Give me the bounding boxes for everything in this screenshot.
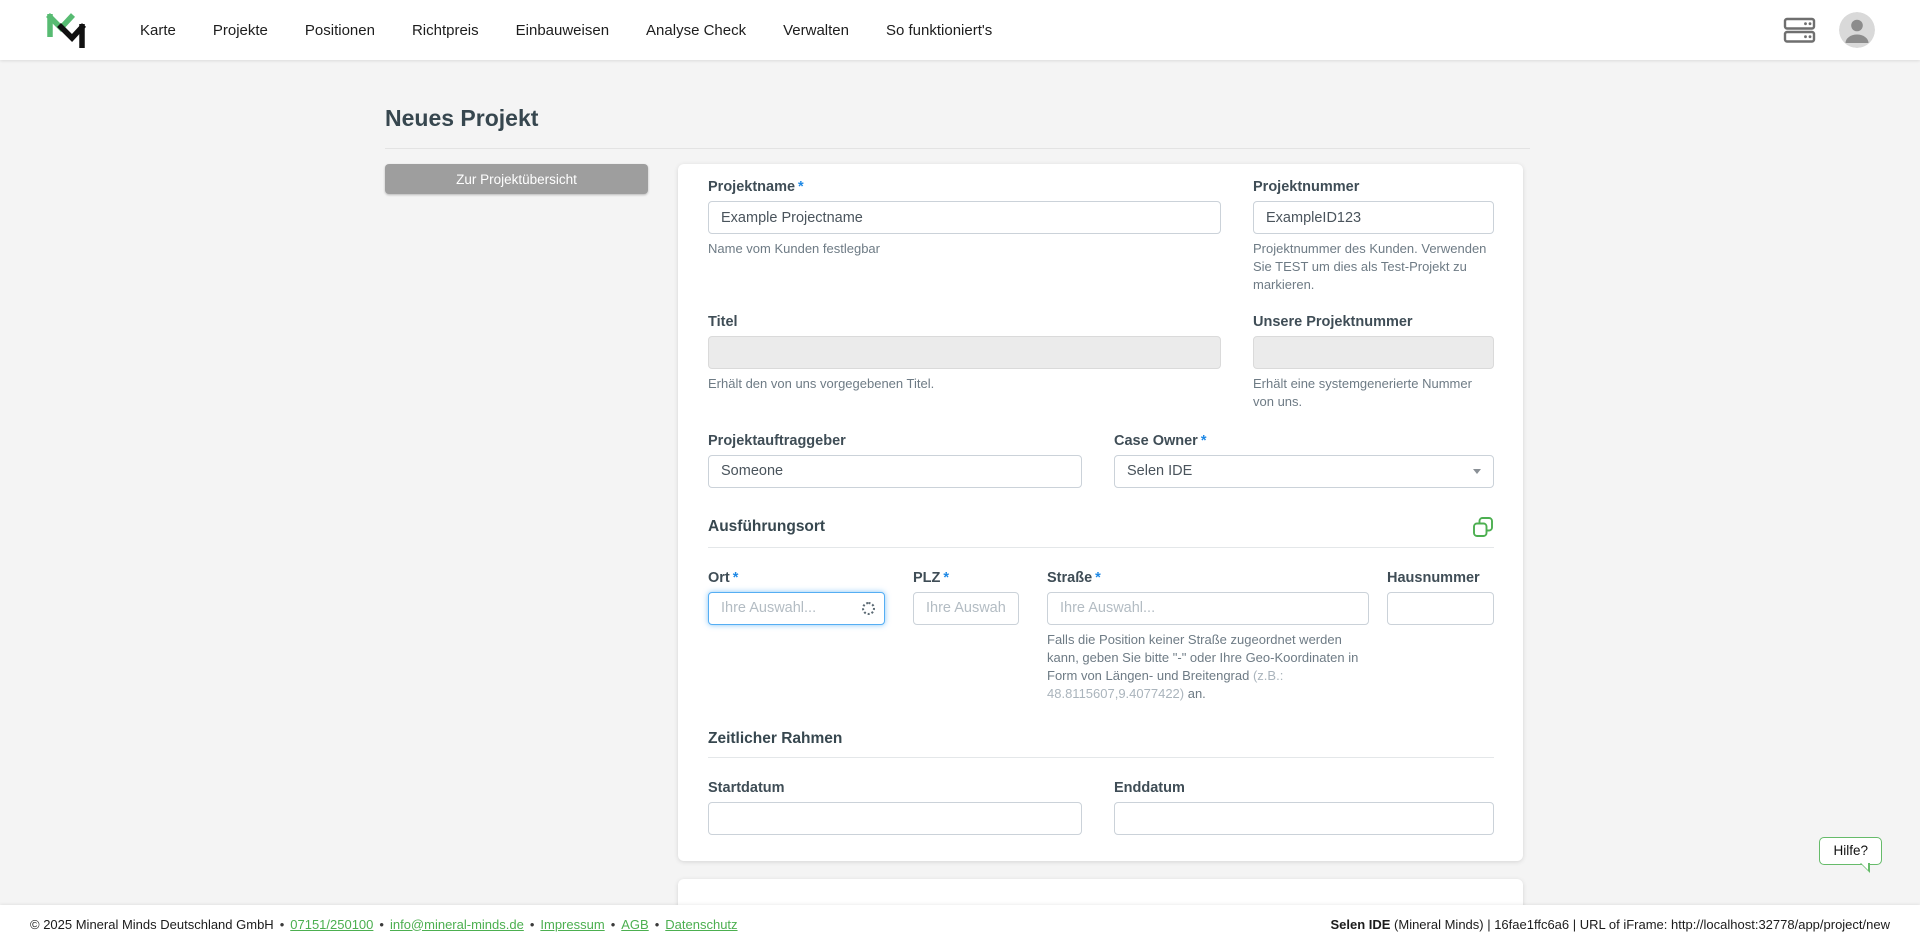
footer-separator: • (530, 917, 535, 932)
case-owner-select[interactable]: Selen IDE (1114, 455, 1494, 488)
caret-down-icon (1473, 469, 1481, 474)
hausnummer-label: Hausnummer (1387, 570, 1494, 586)
field-projektnummer: Projektnummer Projektnummer des Kunden. … (1253, 179, 1494, 294)
required-marker: * (1201, 433, 1207, 449)
field-unsere-projektnummer: Unsere Projektnummer Erhält eine systemg… (1253, 314, 1494, 411)
projektname-input[interactable] (708, 201, 1221, 234)
case-owner-label: Case Owner* (1114, 433, 1494, 449)
plz-input[interactable] (913, 592, 1019, 625)
footer-copyright: © 2025 Mineral Minds Deutschland GmbH (30, 917, 274, 932)
top-nav: Karte Projekte Positionen Richtpreis Ein… (0, 0, 1920, 60)
section-ausfuehrungsort: Ausführungsort (708, 516, 1494, 548)
field-case-owner: Case Owner* Selen IDE (1114, 433, 1494, 488)
server-icon[interactable] (1783, 15, 1817, 45)
field-ort: Ort* (708, 570, 885, 703)
titel-help: Erhält den von uns vorgegebenen Titel. (708, 375, 1221, 393)
required-marker: * (733, 570, 739, 586)
new-project-form-card: Projektname* Name vom Kunden festlegbar … (678, 164, 1523, 861)
ausfuehrungsort-heading: Ausführungsort (708, 518, 825, 536)
user-avatar[interactable] (1839, 12, 1875, 48)
projektname-label: Projektname* (708, 179, 1221, 195)
field-strasse: Straße* Falls die Position keiner Straße… (1047, 570, 1369, 703)
nav-item-richtpreis[interactable]: Richtpreis (412, 22, 479, 39)
nav-item-einbauweisen[interactable]: Einbauweisen (516, 22, 609, 39)
field-titel: Titel Erhält den von uns vorgegebenen Ti… (708, 314, 1221, 411)
strasse-label: Straße* (1047, 570, 1369, 586)
field-startdatum: Startdatum (708, 780, 1082, 835)
help-button[interactable]: Hilfe? (1819, 837, 1882, 865)
ort-label: Ort* (708, 570, 885, 586)
footer-left: © 2025 Mineral Minds Deutschland GmbH • 07… (30, 917, 738, 932)
field-enddatum: Enddatum (1114, 780, 1494, 835)
footer-right: Selen IDE (Mineral Minds) | 16fae1ffc6a6… (1330, 917, 1890, 932)
field-plz: PLZ* (913, 570, 1019, 703)
zeitlicher-rahmen-heading: Zeitlicher Rahmen (708, 730, 842, 748)
startdatum-label: Startdatum (708, 780, 1082, 796)
footer-separator: • (611, 917, 616, 932)
field-projektauftraggeber: Projektauftraggeber (708, 433, 1082, 488)
nav-item-karte[interactable]: Karte (140, 22, 176, 39)
nav-item-so-funktionierts[interactable]: So funktioniert's (886, 22, 992, 39)
projektnummer-help: Projektnummer des Kunden. Verwenden Sie … (1253, 240, 1494, 294)
footer-link-agb[interactable]: AGB (621, 917, 648, 932)
unsere-projektnummer-label: Unsere Projektnummer (1253, 314, 1494, 330)
footer-session-user: Selen IDE (1330, 917, 1390, 932)
unsere-projektnummer-help: Erhält eine systemgenerierte Nummer von … (1253, 375, 1494, 411)
field-projektname: Projektname* Name vom Kunden festlegbar (708, 179, 1221, 294)
startdatum-input[interactable] (708, 802, 1082, 835)
required-marker: * (1095, 570, 1101, 586)
required-marker: * (798, 179, 804, 195)
copy-icon[interactable] (1472, 516, 1494, 538)
nav-item-projekte[interactable]: Projekte (213, 22, 268, 39)
projektnummer-label: Projektnummer (1253, 179, 1494, 195)
enddatum-label: Enddatum (1114, 780, 1494, 796)
titel-input (708, 336, 1221, 369)
unsere-projektnummer-input (1253, 336, 1494, 369)
titel-label: Titel (708, 314, 1221, 330)
footer-link-email[interactable]: info@mineral-minds.de (390, 917, 524, 932)
app-logo[interactable] (42, 8, 90, 52)
footer-link-datenschutz[interactable]: Datenschutz (665, 917, 737, 932)
footer: © 2025 Mineral Minds Deutschland GmbH • 07… (0, 905, 1920, 943)
footer-separator: • (655, 917, 660, 932)
nav-item-analyse-check[interactable]: Analyse Check (646, 22, 746, 39)
footer-link-impressum[interactable]: Impressum (540, 917, 604, 932)
footer-separator: • (379, 917, 384, 932)
main-nav: Karte Projekte Positionen Richtpreis Ein… (140, 22, 992, 39)
strasse-input[interactable] (1047, 592, 1369, 625)
footer-session-info: (Mineral Minds) | 16fae1ffc6a6 | URL of … (1390, 917, 1890, 932)
section-zeitlicher-rahmen: Zeitlicher Rahmen (708, 730, 1494, 758)
nav-item-positionen[interactable]: Positionen (305, 22, 375, 39)
hausnummer-input[interactable] (1387, 592, 1494, 625)
enddatum-input[interactable] (1114, 802, 1494, 835)
nav-item-verwalten[interactable]: Verwalten (783, 22, 849, 39)
projektauftraggeber-label: Projektauftraggeber (708, 433, 1082, 449)
page-title: Neues Projekt (385, 105, 1530, 132)
loading-spinner-icon (862, 602, 875, 615)
case-owner-value: Selen IDE (1127, 463, 1192, 479)
main-area: Neues Projekt Zur Projektübersicht Proje… (0, 60, 1920, 943)
field-hausnummer: Hausnummer (1387, 570, 1494, 703)
page-title-block: Neues Projekt (385, 105, 1530, 149)
projektname-help: Name vom Kunden festlegbar (708, 240, 1221, 258)
footer-separator: • (280, 917, 285, 932)
project-overview-button[interactable]: Zur Projektübersicht (385, 164, 648, 194)
logo-mm-icon (42, 8, 90, 52)
projektnummer-input[interactable] (1253, 201, 1494, 234)
header-actions (1783, 12, 1875, 48)
projektauftraggeber-input[interactable] (708, 455, 1082, 488)
required-marker: * (943, 570, 949, 586)
ort-input[interactable] (708, 592, 885, 625)
plz-label: PLZ* (913, 570, 1019, 586)
strasse-help: Falls die Position keiner Straße zugeord… (1047, 631, 1369, 703)
footer-link-phone[interactable]: 07151/250100 (290, 917, 373, 932)
